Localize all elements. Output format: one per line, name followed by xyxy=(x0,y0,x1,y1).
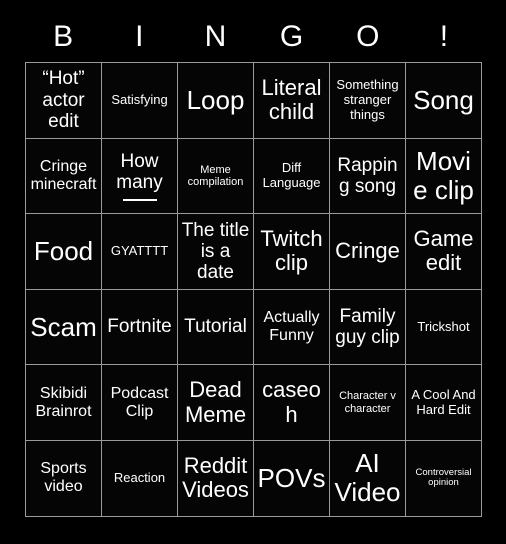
bingo-cell-label: Game edit xyxy=(413,225,474,276)
bingo-cell[interactable]: GYATTTT xyxy=(102,214,178,290)
bingo-cell-label: Food xyxy=(33,235,94,266)
bingo-cell-label: Dead Meme xyxy=(184,377,247,427)
bingo-cell[interactable]: Something stranger things xyxy=(330,63,406,139)
bingo-cell-label: Controversial opinion xyxy=(415,466,472,489)
bingo-row: Skibidi Brainrot Podcast Clip Dead Meme cas… xyxy=(26,365,482,441)
header-letter-i: I xyxy=(135,20,144,53)
bingo-grid: “Hot” actor edit Satisfying Loop Literal ch… xyxy=(25,62,482,517)
bingo-cell[interactable]: Fortnite xyxy=(102,289,178,366)
bingo-cell[interactable]: Podcast Clip xyxy=(102,365,178,441)
bingo-cell-label: Reaction xyxy=(113,469,166,485)
bingo-header: B I N G O ! xyxy=(25,12,482,62)
bingo-cell[interactable]: Actually Funny xyxy=(254,289,330,366)
bingo-cell[interactable]: “Hot” actor edit xyxy=(26,63,102,139)
bingo-cell-label: Character v character xyxy=(339,390,396,415)
bingo-cell-label: Skibidi Brainrot xyxy=(35,384,92,420)
bingo-cell-label: Diff Language xyxy=(262,160,321,190)
header-letter-exclamation: ! xyxy=(439,20,449,53)
bingo-cell[interactable]: Family guy clip xyxy=(330,289,406,366)
bingo-cell-label: Actually Funny xyxy=(263,309,320,345)
bingo-cell-label: AI Video xyxy=(334,448,401,508)
bingo-cell-label: Trickshot xyxy=(417,318,470,334)
bingo-cell[interactable]: Tutorial xyxy=(178,289,254,366)
bingo-cell-label: A Cool And Hard Edit xyxy=(411,387,476,417)
bingo-cell-label: caseoh xyxy=(262,377,321,427)
fill-in-blank-line xyxy=(122,198,157,201)
bingo-cell[interactable]: Trickshot xyxy=(406,289,482,366)
header-letter-g: G xyxy=(279,20,304,53)
bingo-row: Food GYATTTT The title is a date Twitch cli… xyxy=(26,214,482,290)
bingo-cell[interactable]: Dead Meme xyxy=(178,365,254,441)
header-letter-b: B xyxy=(53,20,74,53)
bingo-cell[interactable]: Song xyxy=(406,63,482,139)
bingo-cell-label: Something stranger things xyxy=(336,77,399,122)
bingo-cell[interactable]: Cringe minecraft xyxy=(26,138,102,215)
bingo-cell[interactable]: Literal child xyxy=(254,63,330,139)
bingo-cell[interactable]: Food xyxy=(26,214,102,290)
bingo-cell-label: Scam xyxy=(30,311,97,342)
bingo-cell-label: Rapping song xyxy=(337,154,398,197)
bingo-cell[interactable]: Rapping song xyxy=(330,138,406,215)
bingo-cell-label: Loop xyxy=(186,84,245,115)
bingo-cell-label: Sports video xyxy=(40,460,87,496)
bingo-cell[interactable]: Sports video xyxy=(26,440,102,517)
bingo-row: Sports video Reaction Reddit Videos POVs AI … xyxy=(26,440,482,517)
bingo-cell-label: Family guy clip xyxy=(335,305,400,349)
bingo-cell[interactable]: Skibidi Brainrot xyxy=(26,365,102,441)
bingo-cell-label: Podcast Clip xyxy=(110,384,169,420)
header-letter-o: O xyxy=(356,20,380,53)
bingo-cell[interactable]: Loop xyxy=(178,63,254,139)
bingo-cell[interactable]: Cringe xyxy=(330,214,406,290)
bingo-cell[interactable]: Scam xyxy=(26,289,102,366)
bingo-cell[interactable]: Movie clip xyxy=(406,138,482,215)
bingo-cell[interactable]: Character v character xyxy=(330,365,406,441)
bingo-cell-label: Satisfying xyxy=(111,92,168,108)
bingo-cell-label: Movie clip xyxy=(413,145,474,205)
bingo-cell-label: The title is a date xyxy=(181,219,250,284)
bingo-cell-label: Fortnite xyxy=(107,316,172,338)
bingo-cell-label: How many xyxy=(105,151,174,201)
bingo-cell-label: POVs xyxy=(257,462,326,493)
bingo-cell[interactable]: Twitch clip xyxy=(254,214,330,290)
bingo-cell-label: Tutorial xyxy=(184,316,247,338)
bingo-row: “Hot” actor edit Satisfying Loop Literal ch… xyxy=(26,63,482,139)
bingo-card: B I N G O ! “Hot” actor edit Satisfying Lo… xyxy=(25,12,482,517)
bingo-cell[interactable]: Game edit xyxy=(406,214,482,290)
bingo-cell[interactable]: A Cool And Hard Edit xyxy=(406,365,482,441)
bingo-cell-label: Cringe xyxy=(335,238,400,264)
bingo-cell[interactable]: caseoh xyxy=(254,365,330,441)
bingo-cell[interactable]: AI Video xyxy=(330,440,406,517)
bingo-cell[interactable]: Diff Language xyxy=(254,138,330,215)
bingo-cell[interactable]: POVs xyxy=(254,440,330,517)
bingo-cell[interactable]: Satisfying xyxy=(102,63,178,139)
bingo-cell[interactable]: Meme compilation xyxy=(178,138,254,215)
bingo-cell[interactable]: How many xyxy=(102,138,178,215)
bingo-cell[interactable]: Reddit Videos xyxy=(178,440,254,517)
bingo-cell-label: Meme compilation xyxy=(187,163,244,188)
bingo-cell-label: Cringe minecraft xyxy=(30,157,97,193)
bingo-cell-label: Twitch clip xyxy=(260,225,323,276)
bingo-cell-label: GYATTTT xyxy=(110,243,169,259)
bingo-row: Scam Fortnite Tutorial Actually Funny Family… xyxy=(26,289,482,366)
bingo-cell-label: Reddit Videos xyxy=(182,452,249,503)
bingo-cell-label: Literal child xyxy=(261,74,322,125)
bingo-cell-label: “Hot” actor edit xyxy=(42,68,85,132)
bingo-cell[interactable]: Reaction xyxy=(102,440,178,517)
bingo-cell[interactable]: The title is a date xyxy=(178,214,254,290)
bingo-row: Cringe minecraft How many Meme compilation… xyxy=(26,138,482,215)
bingo-cell[interactable]: Controversial opinion xyxy=(406,440,482,517)
bingo-cell-label: Song xyxy=(413,84,474,115)
header-letter-n: N xyxy=(204,20,227,53)
